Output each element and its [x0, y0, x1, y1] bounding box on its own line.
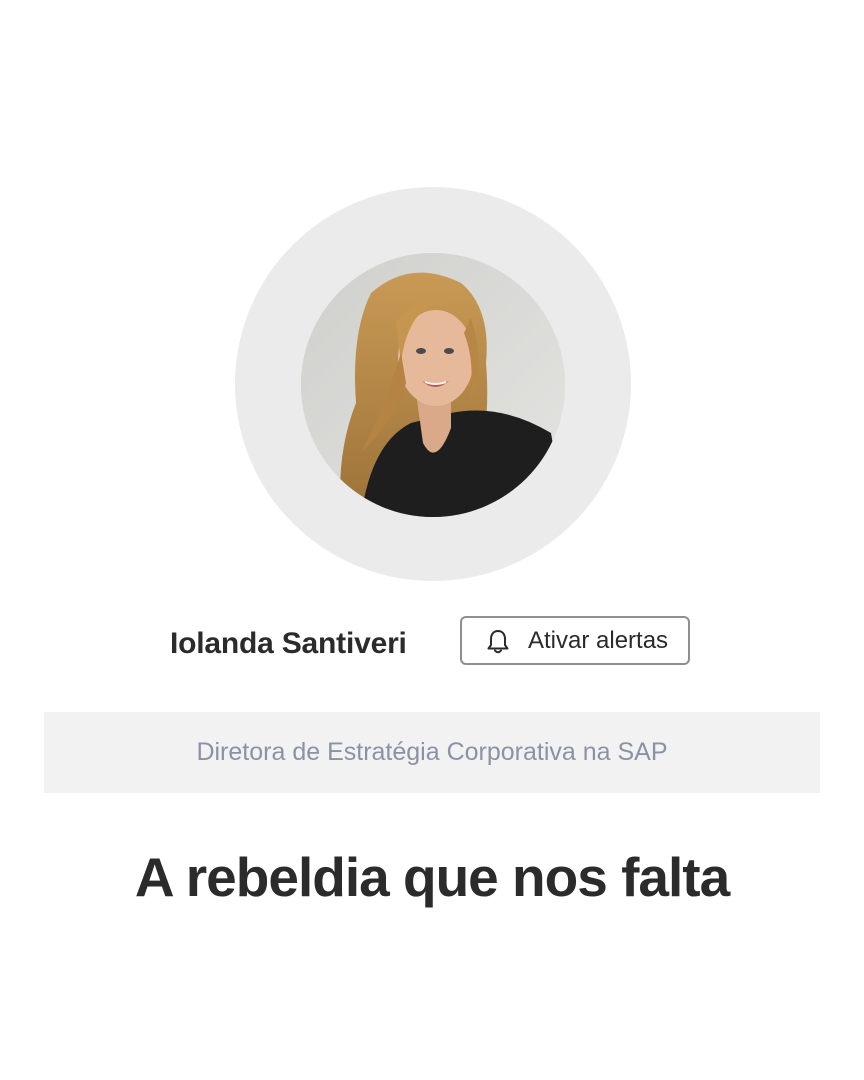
author-name[interactable]: Iolanda Santiveri [170, 614, 440, 670]
activate-alerts-label: Ativar alertas [528, 627, 669, 654]
author-row: Iolanda Santiveri Ativar alertas [0, 614, 864, 670]
author-avatar[interactable] [301, 253, 565, 517]
author-portrait [301, 253, 565, 517]
article-title[interactable]: A rebeldia que nos falta [0, 832, 864, 922]
bell-icon [487, 630, 509, 654]
author-role: Diretora de Estratégia Corporativa na SA… [196, 738, 668, 766]
author-role-bar: Diretora de Estratégia Corporativa na SA… [44, 712, 820, 793]
activate-alerts-button[interactable]: Ativar alertas [460, 616, 690, 665]
